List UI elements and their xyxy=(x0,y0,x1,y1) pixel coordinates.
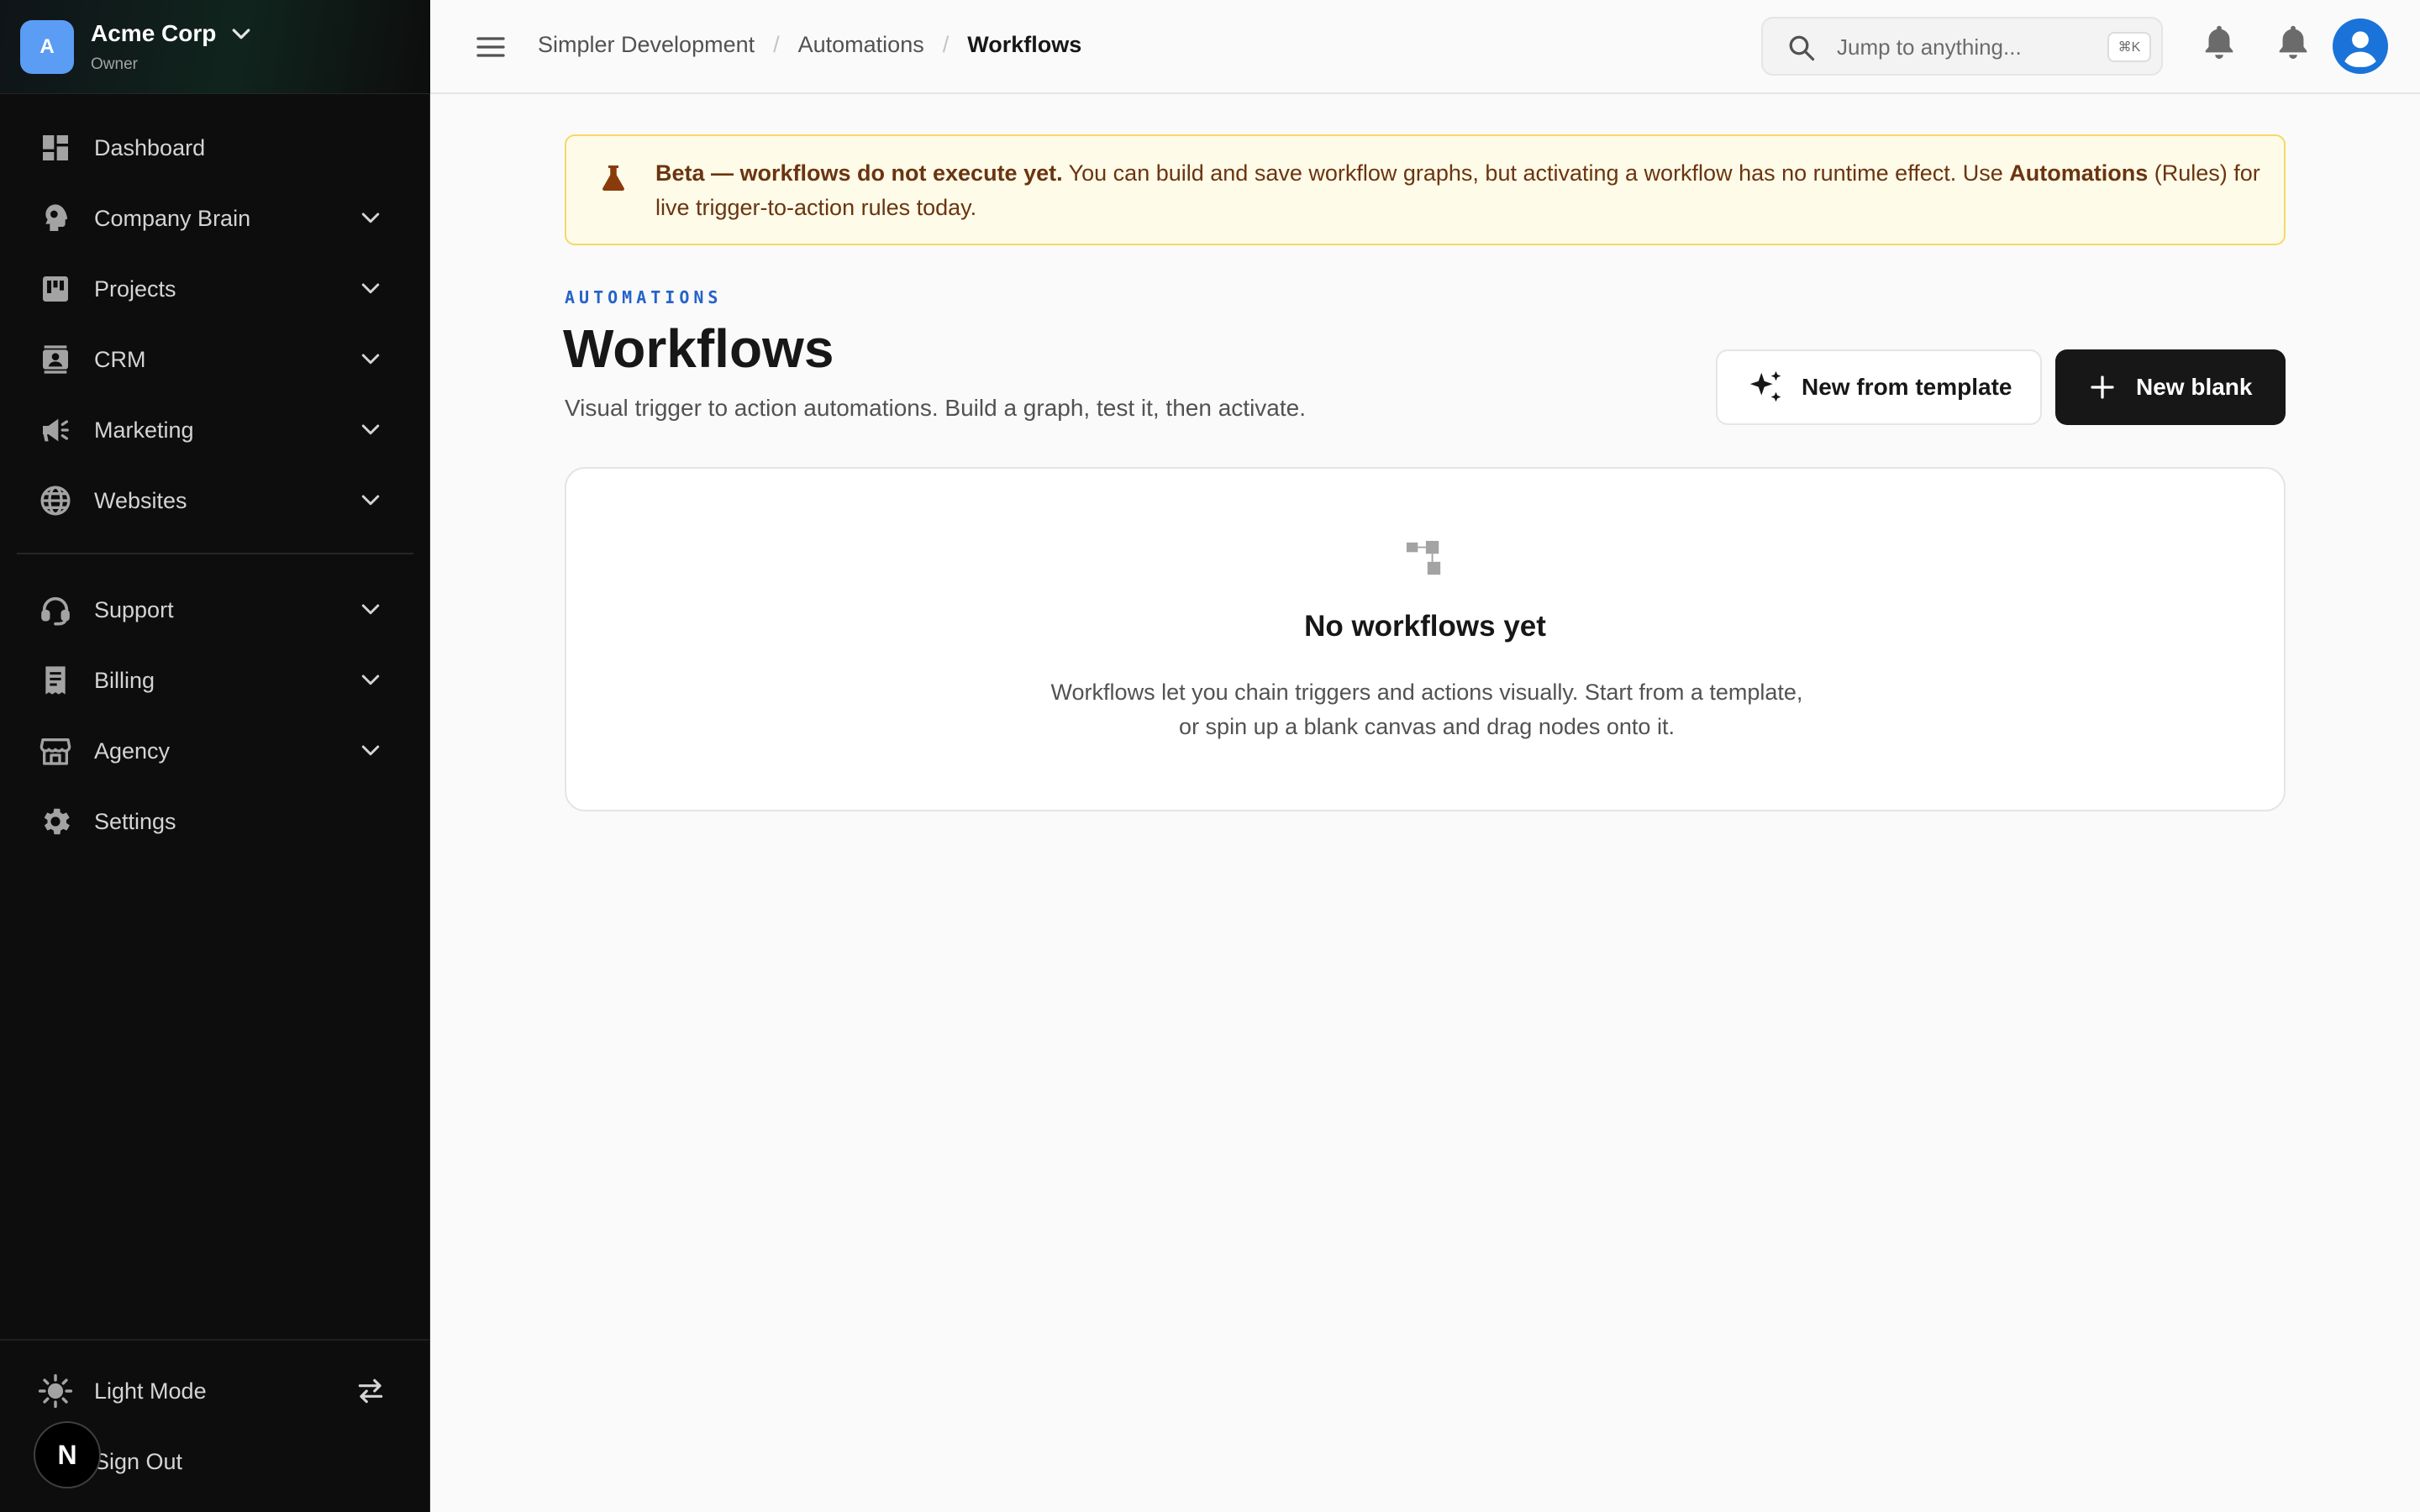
sidebar-item-agency[interactable]: Agency xyxy=(20,724,397,778)
contact-card-icon xyxy=(37,341,74,378)
sidebar-item-support[interactable]: Support xyxy=(20,583,397,637)
keyboard-shortcut-badge: ⌘K xyxy=(2107,32,2151,62)
breadcrumb-item-workflows: Workflows xyxy=(967,32,1082,57)
sidebar-divider xyxy=(17,553,413,554)
sidebar-item-label: Company Brain xyxy=(94,205,251,231)
receipt-icon xyxy=(37,662,74,699)
page-title: Workflows xyxy=(563,318,834,379)
sidebar-item-label: Agency xyxy=(94,738,171,764)
gear-icon xyxy=(37,803,74,840)
chevron-down-icon xyxy=(361,495,380,506)
swap-arrows-icon xyxy=(358,1378,383,1404)
banner-text: Beta — workflows do not execute yet. You… xyxy=(655,156,2260,225)
bell-icon[interactable] xyxy=(2274,22,2312,60)
sidebar: A Acme Corp Owner Dashboard Company Brai… xyxy=(0,0,430,1512)
sidebar-item-label: CRM xyxy=(94,346,146,372)
storefront-icon xyxy=(37,732,74,769)
bell-icon[interactable] xyxy=(2200,22,2238,60)
beta-warning-banner: Beta — workflows do not execute yet. You… xyxy=(565,134,2286,245)
sidebar-item-label: Light Mode xyxy=(94,1378,207,1404)
sidebar-item-label: Billing xyxy=(94,667,155,693)
flask-icon xyxy=(602,165,624,191)
empty-state-card: No workflows yet Workflows let you chain… xyxy=(565,467,2286,811)
sidebar-item-websites[interactable]: Websites xyxy=(20,474,397,528)
org-name: Acme Corp xyxy=(91,20,217,46)
top-bar: Simpler Development / Automations / Work… xyxy=(430,0,2420,94)
user-icon xyxy=(2344,31,2376,67)
sparkles-icon xyxy=(1746,367,1786,407)
chevron-down-icon xyxy=(361,604,380,615)
empty-state-description: Workflows let you chain triggers and act… xyxy=(1050,680,1803,739)
chevron-down-icon xyxy=(361,213,380,223)
breadcrumb-item-automations[interactable]: Automations xyxy=(798,32,924,58)
new-from-template-button[interactable]: New from template xyxy=(1716,349,2042,425)
sidebar-item-marketing[interactable]: Marketing xyxy=(20,403,397,457)
sidebar-item-company-brain[interactable]: Company Brain xyxy=(20,192,397,245)
brain-icon xyxy=(37,200,74,237)
sidebar-item-crm[interactable]: CRM xyxy=(20,333,397,386)
sidebar-item-projects[interactable]: Projects xyxy=(20,262,397,316)
breadcrumb: Simpler Development / Automations / Work… xyxy=(538,32,1081,58)
banner-lead: Beta — workflows do not execute yet. xyxy=(655,160,1063,186)
chevron-down-icon xyxy=(361,745,380,756)
theme-toggle[interactable]: Light Mode xyxy=(20,1364,397,1418)
sidebar-item-dashboard[interactable]: Dashboard xyxy=(20,121,397,175)
chevron-down-icon xyxy=(361,424,380,435)
sidebar-item-label: Settings xyxy=(94,808,176,834)
sidebar-item-label: Projects xyxy=(94,276,176,302)
empty-state-title: No workflows yet xyxy=(1304,610,1546,643)
megaphone-icon xyxy=(37,412,74,449)
search-icon xyxy=(1789,35,1815,61)
sidebar-item-billing[interactable]: Billing xyxy=(20,654,397,707)
sidebar-item-label: Marketing xyxy=(94,417,194,443)
dashboard-icon xyxy=(37,129,74,166)
automations-link[interactable]: Automations xyxy=(2009,160,2148,186)
sidebar-item-label: Websites xyxy=(94,487,187,513)
page-subtitle: Visual trigger to action automations. Bu… xyxy=(565,395,1306,421)
sun-icon xyxy=(37,1373,74,1410)
button-label: New blank xyxy=(2136,374,2253,400)
chevron-down-icon xyxy=(361,283,380,294)
chevron-down-icon xyxy=(361,354,380,365)
search-bar[interactable]: ⌘K xyxy=(1761,17,2163,76)
sidebar-divider xyxy=(0,1339,430,1341)
n-badge[interactable]: N xyxy=(34,1421,101,1488)
hamburger-menu-icon[interactable] xyxy=(474,30,508,64)
breadcrumb-separator: / xyxy=(773,32,780,57)
globe-icon xyxy=(37,482,74,519)
kanban-icon xyxy=(37,270,74,307)
workflow-tree-icon xyxy=(1406,540,1441,575)
org-role: Owner xyxy=(91,55,138,73)
sidebar-item-settings[interactable]: Settings xyxy=(20,795,397,848)
chevron-down-icon xyxy=(232,29,250,39)
sidebar-item-label: Support xyxy=(94,596,174,622)
search-input[interactable] xyxy=(1837,30,2081,64)
sidebar-item-label: Sign Out xyxy=(94,1448,183,1474)
org-avatar: A xyxy=(20,20,74,74)
button-label: New from template xyxy=(1802,374,2012,400)
headset-icon xyxy=(37,591,74,628)
user-avatar[interactable] xyxy=(2333,18,2388,74)
org-switcher[interactable]: A Acme Corp Owner xyxy=(0,0,430,94)
sidebar-item-label: Dashboard xyxy=(94,134,206,160)
breadcrumb-item-simpler-development[interactable]: Simpler Development xyxy=(538,32,755,58)
section-eyebrow: AUTOMATIONS xyxy=(565,287,723,307)
breadcrumb-separator: / xyxy=(942,32,950,57)
new-blank-button[interactable]: New blank xyxy=(2055,349,2286,425)
chevron-down-icon xyxy=(361,675,380,685)
plus-icon xyxy=(2086,370,2119,404)
banner-body: You can build and save workflow graphs, … xyxy=(1062,160,2010,186)
